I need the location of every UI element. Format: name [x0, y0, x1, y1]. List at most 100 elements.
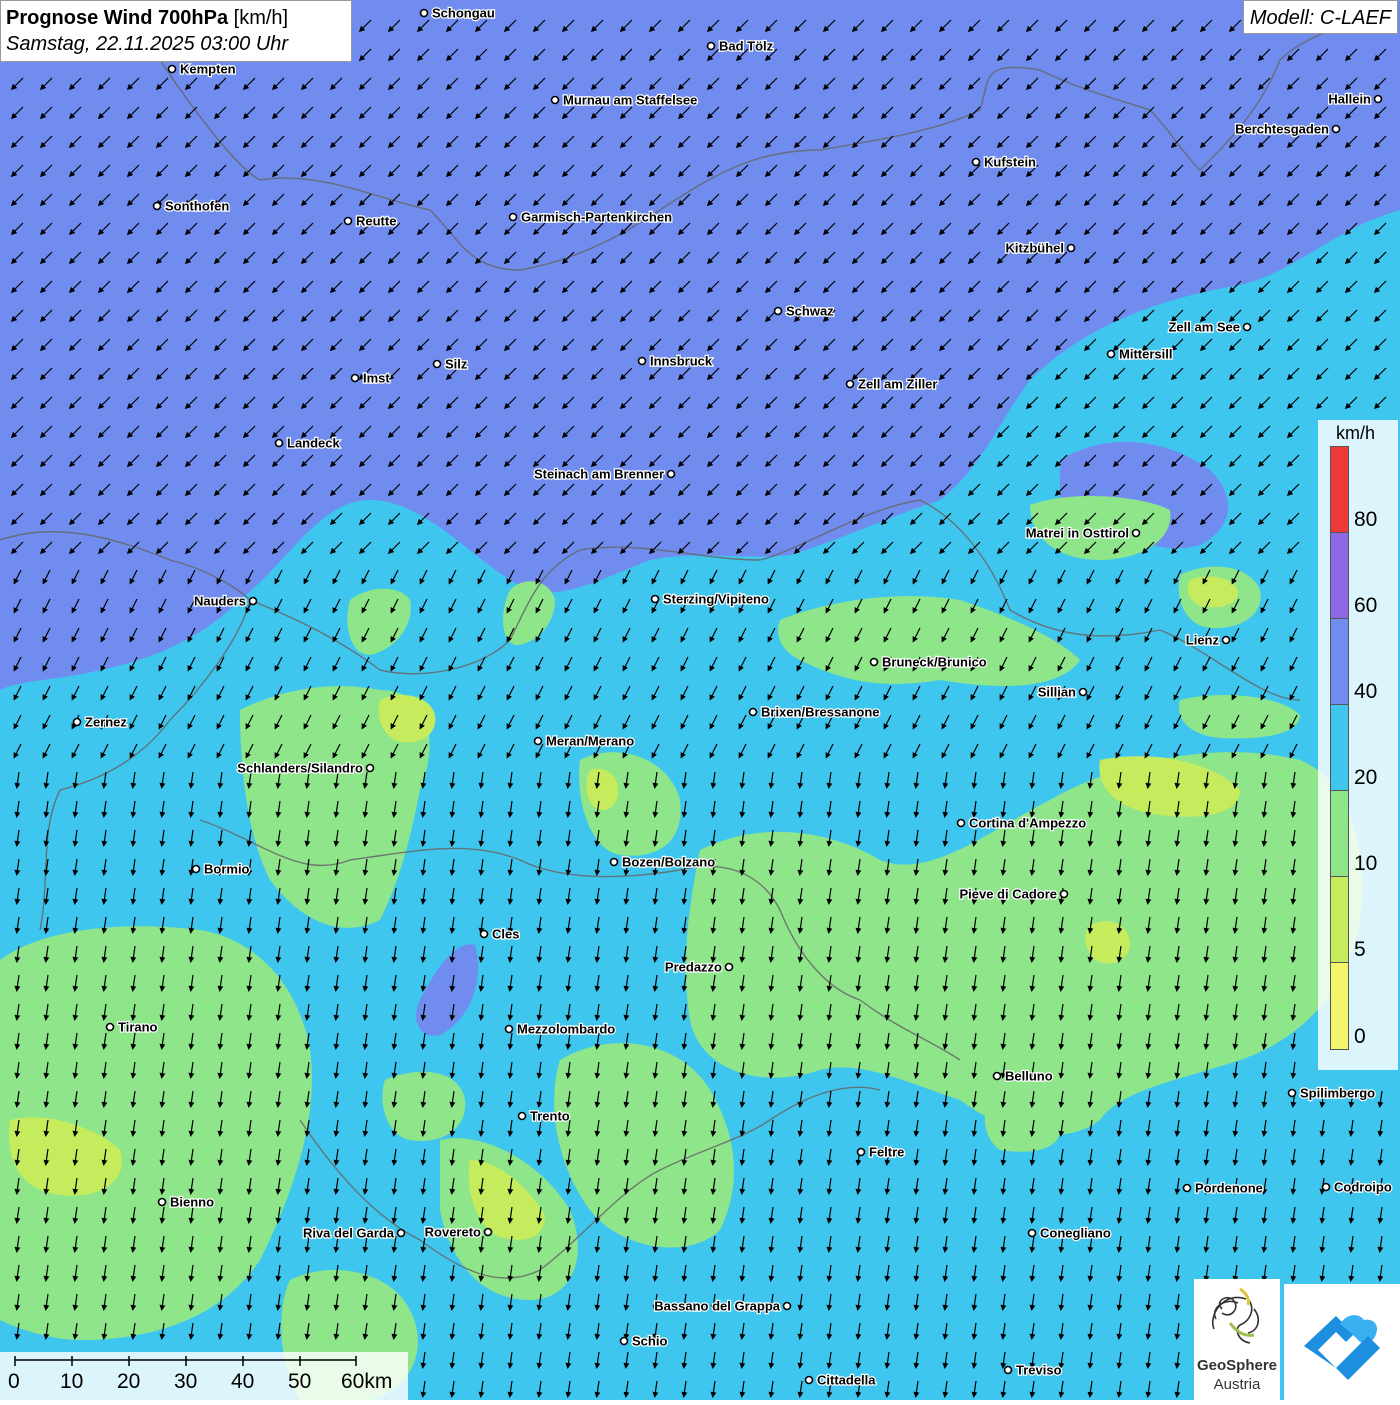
city-marker-icon: [1059, 889, 1069, 899]
wind-forecast-map: Schongau Bad Tölz Kempten Murnau am Staffel…: [0, 0, 1400, 1400]
city-marker-icon: [365, 763, 375, 773]
city-marker-icon: [971, 157, 981, 167]
city-label: Nauders: [194, 594, 246, 609]
city-marker-icon: [1373, 94, 1383, 104]
city-marker-icon: [191, 864, 201, 874]
legend-tick-5: 5: [1354, 938, 1366, 961]
scale-label-0: 0: [8, 1370, 20, 1393]
city-marker-icon: [419, 8, 429, 18]
city-label: Brixen/Bressanone: [761, 705, 880, 720]
city-label: Sterzing/Vipiteno: [663, 592, 769, 607]
legend-tick-0: 0: [1354, 1025, 1366, 1048]
scale-label-10: 10: [60, 1370, 84, 1393]
geosphere-logo: GeoSphere Austria: [1194, 1279, 1280, 1400]
color-legend: km/h 80 60 40 20 10 5 0: [1318, 420, 1398, 1070]
city-marker-icon: [1331, 124, 1341, 134]
city-label: Pieve di Cadore: [959, 887, 1057, 902]
city-marker-icon: [533, 736, 543, 746]
city-label: Zell am See: [1168, 320, 1240, 335]
map-unit: [km/h]: [233, 7, 289, 29]
scale-label-50: 50: [288, 1370, 312, 1393]
city-label: Murnau am Staffelsee: [563, 93, 697, 108]
city-label: Tirano: [118, 1020, 158, 1035]
city-label: Kempten: [180, 62, 236, 77]
city-label: Zernez: [85, 715, 127, 730]
city-marker-icon: [508, 212, 518, 222]
city-label: Cortina d'Ampezzo: [969, 816, 1086, 831]
city-marker-icon: [350, 373, 360, 383]
city-marker-icon: [1182, 1183, 1192, 1193]
city-label: Rovereto: [425, 1225, 481, 1240]
legend-tick-80: 80: [1354, 508, 1378, 531]
city-marker-icon: [1078, 687, 1088, 697]
legend-tick-40: 40: [1354, 680, 1378, 703]
legend-bar-10-20: [1330, 790, 1349, 877]
city-marker-icon: [105, 1022, 115, 1032]
city-marker-icon: [956, 818, 966, 828]
city-marker-icon: [724, 962, 734, 972]
city-label: Bienno: [170, 1195, 214, 1210]
city-marker-icon: [637, 356, 647, 366]
city-label: Schlanders/Silandro: [237, 761, 363, 776]
city-label: Feltre: [869, 1145, 904, 1160]
city-label: Codroipo: [1334, 1180, 1392, 1195]
city-label: Cles: [492, 927, 519, 942]
city-marker-icon: [773, 306, 783, 316]
city-marker-icon: [274, 438, 284, 448]
geosphere-logo-line1: GeoSphere: [1196, 1357, 1278, 1374]
city-label: Schongau: [432, 6, 495, 21]
city-label: Bormio: [204, 862, 250, 877]
city-label: Mittersill: [1119, 347, 1172, 362]
city-label: Bad Tölz: [719, 39, 774, 54]
city-marker-icon: [432, 359, 442, 369]
legend-bar-40-60: [1330, 618, 1349, 705]
city-label: Conegliano: [1040, 1226, 1111, 1241]
legend-tick-20: 20: [1354, 766, 1378, 789]
city-label: Trento: [530, 1109, 570, 1124]
legend-bar-80-100: [1330, 446, 1349, 533]
city-marker-icon: [396, 1228, 406, 1238]
city-marker-icon: [1003, 1365, 1013, 1375]
city-marker-icon: [1131, 528, 1141, 538]
city-marker-icon: [1066, 243, 1076, 253]
city-label: Zell am Ziller: [858, 377, 937, 392]
city-marker-icon: [706, 41, 716, 51]
city-marker-icon: [1242, 322, 1252, 332]
city-marker-icon: [504, 1024, 514, 1034]
city-label: Landeck: [287, 436, 341, 451]
city-marker-icon: [157, 1197, 167, 1207]
city-label: Schwaz: [786, 304, 834, 319]
title-box: Prognose Wind 700hPa [km/h] Samstag, 22.…: [0, 0, 352, 62]
city-marker-icon: [1221, 635, 1231, 645]
city-label: Innsbruck: [650, 354, 713, 369]
city-label: Lienz: [1186, 633, 1220, 648]
city-marker-icon: [167, 64, 177, 74]
city-label: Bozen/Bolzano: [622, 855, 715, 870]
city-marker-icon: [856, 1147, 866, 1157]
city-label: Berchtesgaden: [1235, 122, 1329, 137]
city-marker-icon: [72, 717, 82, 727]
city-label: Meran/Merano: [546, 734, 634, 749]
city-marker-icon: [550, 95, 560, 105]
legend-bar-5-10: [1330, 876, 1349, 963]
city-label: Spilimbergo: [1300, 1086, 1375, 1101]
city-marker-icon: [804, 1375, 814, 1385]
city-label: Predazzo: [665, 960, 722, 975]
city-label: Imst: [363, 371, 390, 386]
scale-bar: 0 10 20 30 40 50 60km: [0, 1352, 408, 1400]
legend-unit: km/h: [1336, 423, 1376, 443]
city-marker-icon: [650, 594, 660, 604]
app-logo-icon: [1284, 1284, 1400, 1400]
city-marker-icon: [248, 596, 258, 606]
city-marker-icon: [845, 379, 855, 389]
city-label: Silz: [445, 357, 468, 372]
city-marker-icon: [609, 857, 619, 867]
city-marker-icon: [517, 1111, 527, 1121]
city-label: Riva del Garda: [303, 1226, 395, 1241]
legend-bar-20-40: [1330, 704, 1349, 791]
forecast-datetime: Samstag, 22.11.2025 03:00 Uhr: [6, 33, 289, 55]
city-label: Treviso: [1016, 1363, 1062, 1378]
city-label: Mezzolombardo: [517, 1022, 615, 1037]
city-marker-icon: [1321, 1182, 1331, 1192]
city-label: Bassano del Grappa: [654, 1299, 780, 1314]
